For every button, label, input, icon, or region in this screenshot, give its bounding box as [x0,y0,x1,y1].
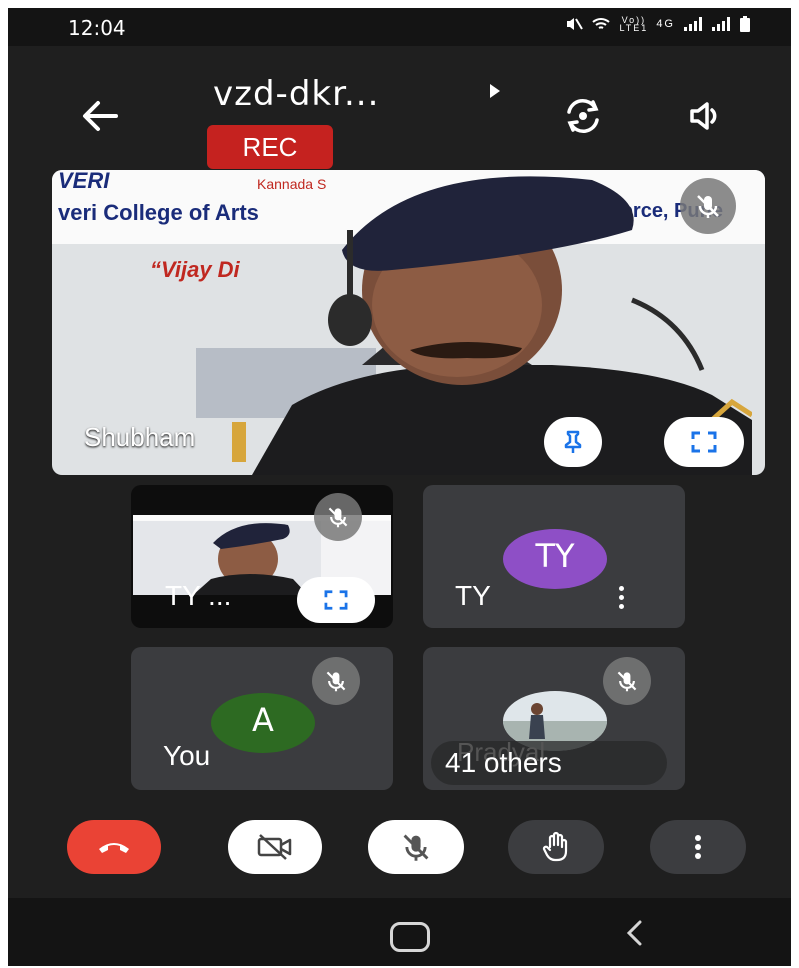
mic-muted-badge [680,178,736,234]
mic-off-icon [328,507,348,528]
participant-name: TY [455,580,491,611]
switch-camera-icon [567,99,599,133]
status-time: 12:04 [68,16,126,40]
mic-toggle-button[interactable] [368,820,464,874]
fullscreen-button[interactable] [664,417,744,467]
system-back-button[interactable] [620,918,650,948]
participant-tile[interactable]: TY TY [423,485,685,628]
participant-tile[interactable]: TY ... [131,485,393,628]
video-background-text: “Vijay Di [150,257,240,282]
arrow-left-icon [83,101,118,131]
end-call-button[interactable] [67,820,161,874]
camera-toggle-button[interactable] [228,820,322,874]
signal-icon [684,17,702,31]
call-controls [8,820,791,884]
wifi-icon [592,18,611,29]
mic-muted-badge [603,657,651,705]
lte-label: LTE1 [619,23,649,33]
participant-avatar: A [211,693,315,753]
mic-off-icon [326,671,346,692]
call-header: vzd-dkr... REC [8,46,791,176]
video-background-text: veri College of Arts [58,200,259,225]
mic-off-icon [617,671,637,692]
mic-off-icon [403,834,429,861]
others-count-label: 41 others [445,747,562,778]
fullscreen-button[interactable] [297,577,375,623]
status-icons: Vo)) LTE1 4G [565,16,751,33]
back-button[interactable] [78,96,122,136]
fullscreen-icon [691,431,717,453]
chevron-left-icon [626,920,642,946]
participant-name: You [163,740,211,771]
play-arrow-icon[interactable] [490,84,500,98]
participant-avatar: TY [503,529,607,589]
participant-tile[interactable]: A You [131,647,393,790]
main-video-tile[interactable]: VERI Kannada S veri College of Arts merc… [52,170,765,475]
system-navigation-bar [8,898,791,966]
raise-hand-button[interactable] [508,820,604,874]
recording-badge: REC [207,125,333,169]
pin-icon [564,430,582,453]
hang-up-icon [99,843,129,853]
more-vert-icon [695,835,701,859]
participant-tile[interactable]: Pradyal 41 others [423,647,685,790]
mic-muted-badge [312,657,360,705]
audio-output-button[interactable] [686,98,726,134]
meet-call-screen: 12:04 Vo)) LTE1 4G vzd-dkr... REC VERI K… [8,8,791,966]
network-type-label: 4G [656,18,675,30]
more-options-button[interactable] [619,586,625,612]
participant-name: TY ... [165,580,232,611]
volte-icon: Vo)) LTE1 [619,16,649,33]
meeting-title[interactable]: vzd-dkr... [213,74,379,114]
mute-icon [567,18,584,30]
pin-button[interactable] [544,417,602,467]
hand-icon [542,831,568,862]
home-button[interactable] [390,922,430,952]
participant-name: Shubham [84,422,196,452]
video-off-icon [257,834,292,860]
mic-off-icon [697,195,719,218]
mic-muted-badge [314,493,362,541]
speaker-icon [690,102,717,130]
signal-icon [712,17,730,31]
more-options-button[interactable] [650,820,746,874]
battery-icon [740,16,750,32]
video-background-text: VERI [58,170,110,193]
switch-camera-button[interactable] [563,98,603,134]
fullscreen-icon [324,590,348,610]
status-bar: 12:04 Vo)) LTE1 4G [8,8,791,46]
